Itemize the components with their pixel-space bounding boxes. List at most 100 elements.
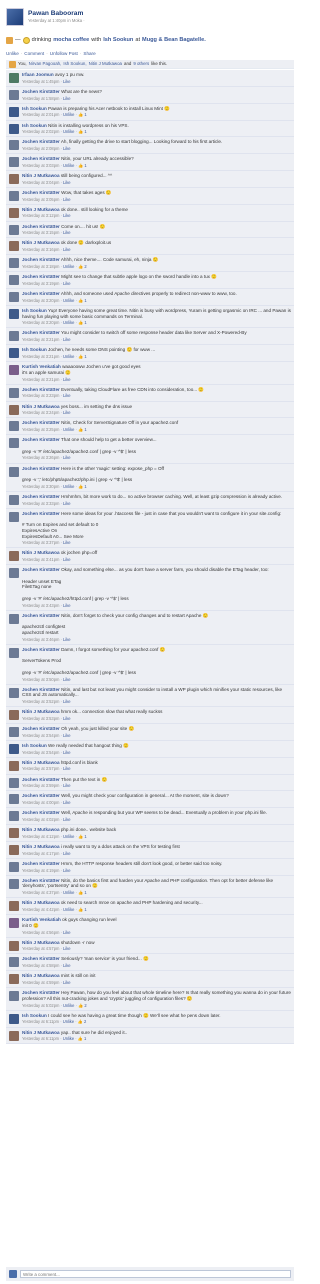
commenter-avatar[interactable] [9,878,19,889]
commenter-avatar[interactable] [9,157,19,168]
comment-like-count[interactable]: 1 [84,834,86,839]
comment-time[interactable]: Yesterday at 3:05pm [22,197,59,202]
commenter-avatar[interactable] [9,828,19,839]
commenter-name[interactable]: Jochen Kirstätter [22,511,60,516]
commenter-name[interactable]: Nitin J Mutkawoa [22,207,60,212]
comment-time[interactable]: Yesterday at 3:54pm [22,733,59,738]
comment-like-count[interactable]: 2 [84,1019,86,1024]
commenter-avatar[interactable] [9,861,19,872]
commenter-avatar[interactable] [9,918,19,929]
comment-like-link[interactable]: Like [63,851,71,856]
comment-time[interactable]: Yesterday at 3:50pm [22,677,59,682]
commenter-name[interactable]: Ish Sookun [22,743,47,748]
comment-time[interactable]: Yesterday at 3:15pm [22,230,59,235]
commenter-avatar[interactable] [9,760,19,771]
unlike-link[interactable]: Unlike [6,51,19,57]
comment-like-link[interactable]: Unlike [63,1019,74,1024]
commenter-name[interactable]: Jochen Kirstätter [22,567,60,572]
unfollow-post-link[interactable]: Unfollow Post [50,51,78,57]
comment-like-link[interactable]: Like [63,817,71,822]
comment-like-count[interactable]: 1 [84,320,86,325]
commenter-name[interactable]: Kurtish Venkatiah [22,917,61,922]
commenter-name[interactable]: Jochen Kirstätter [22,687,60,692]
commenter-name[interactable]: Jochen Kirstätter [22,156,60,161]
comment-like-link[interactable]: Unlike [63,834,74,839]
commenter-name[interactable]: Ish Sookun [22,347,47,352]
commenter-avatar[interactable] [9,123,19,134]
commenter-avatar[interactable] [9,224,19,235]
comment-like-link[interactable]: Like [63,501,71,506]
comment-time[interactable]: Yesterday at 3:54pm [22,750,59,755]
commenter-avatar[interactable] [9,568,19,579]
comment-time[interactable]: Yesterday at 4:37pm [22,890,59,895]
commenter-name[interactable]: Nitin J Mutkawoa [22,900,60,905]
comment-like-link[interactable]: Like [63,637,71,642]
comment-like-link[interactable]: Like [63,930,71,935]
commenter-avatar[interactable] [9,73,19,83]
commenter-avatar[interactable] [9,1013,19,1024]
commenter-name[interactable]: Nitin J Mutkawoa [22,709,60,714]
comment-link[interactable]: Comment [24,51,44,57]
comment-time[interactable]: Yesterday at 3:04pm [22,180,59,185]
commenter-avatar[interactable] [9,974,19,985]
comment-time[interactable]: Yesterday at 3:52pm [22,699,59,704]
commenter-name[interactable]: Nitin J Mutkawoa [22,1030,60,1035]
comment-time[interactable]: Yesterday at 3:57pm [22,766,59,771]
comment-time[interactable]: Yesterday at 3:59pm [22,783,59,788]
comment-like-link[interactable]: Like [63,197,71,202]
comment-like-count[interactable]: 2 [84,1003,86,1008]
comment-like-count[interactable]: 1 [84,129,86,134]
drink-link[interactable]: mocha coffee [53,37,89,44]
commenter-name[interactable]: Jochen Kirstätter [22,420,60,425]
comment-like-link[interactable]: Unlike [63,129,74,134]
commenter-name[interactable]: Jochen Kirstätter [22,990,60,995]
comment-time[interactable]: Yesterday at 3:26pm [22,455,59,460]
comment-like-link[interactable]: Like [63,557,71,562]
comment-time[interactable]: Yesterday at 3:21pm [22,354,59,359]
comment-like-link[interactable]: Like [63,281,71,286]
commenter-avatar[interactable] [9,940,19,951]
comment-like-link[interactable]: Like [63,180,71,185]
commenter-avatar[interactable] [9,727,19,738]
commenter-avatar[interactable] [9,207,19,218]
comment-time[interactable]: Yesterday at 3:20pm [22,298,59,303]
comment-like-count[interactable]: 1 [84,890,86,895]
comment-like-link[interactable]: Like [63,716,71,721]
comment-input[interactable] [20,1270,291,1278]
comment-like-count[interactable]: 1 [84,907,86,912]
commenter-avatar[interactable] [9,957,19,968]
commenter-avatar[interactable] [9,438,19,449]
comment-time[interactable]: Yesterday at 3:25pm [22,427,59,432]
share-link[interactable]: Share [83,51,95,57]
commenter-avatar[interactable] [9,291,19,302]
commenter-avatar[interactable] [9,308,19,319]
comment-like-link[interactable]: Like [63,963,71,968]
commenter-name[interactable]: Jochen Kirstätter [22,437,60,442]
comment-like-link[interactable]: Unlike [63,890,74,895]
commenter-name[interactable]: Nitin J Mutkawoa [22,240,60,245]
commenter-name[interactable]: Nitin J Mutkawoa [22,973,60,978]
commenter-avatar[interactable] [9,687,19,698]
comment-like-link[interactable]: Unlike [63,907,74,912]
comment-time[interactable]: Yesterday at 3:16pm [22,247,59,252]
commenter-name[interactable]: Ish Sookun [22,308,47,313]
comment-time[interactable]: Yesterday at 3:30pm [22,484,59,489]
commenter-avatar[interactable] [9,466,19,477]
comment-like-link[interactable]: Like [63,750,71,755]
comment-time[interactable]: Yesterday at 2:08pm [22,146,59,151]
comment-time[interactable]: Yesterday at 3:21pm [22,377,59,382]
comment-time[interactable]: Yesterday at 6:11pm [22,1019,59,1024]
commenter-avatar[interactable] [9,190,19,201]
comment-like-link[interactable]: Like [63,230,71,235]
comment-time[interactable]: Yesterday at 4:59pm [22,980,59,985]
comment-like-link[interactable]: Unlike [63,320,74,325]
commenter-name[interactable]: Jochen Kirstätter [22,878,60,883]
comment-like-count[interactable]: 1 [84,298,86,303]
comment-time[interactable]: Yesterday at 4:02pm [22,817,59,822]
commenter-name[interactable]: Nitin J Mutkawoa [22,940,60,945]
commenter-avatar[interactable] [9,258,19,269]
comment-like-link[interactable]: Like [63,946,71,951]
comment-time[interactable]: Yesterday at 3:03pm [22,163,59,168]
commenter-avatar[interactable] [9,613,19,624]
commenter-avatar[interactable] [9,421,19,432]
